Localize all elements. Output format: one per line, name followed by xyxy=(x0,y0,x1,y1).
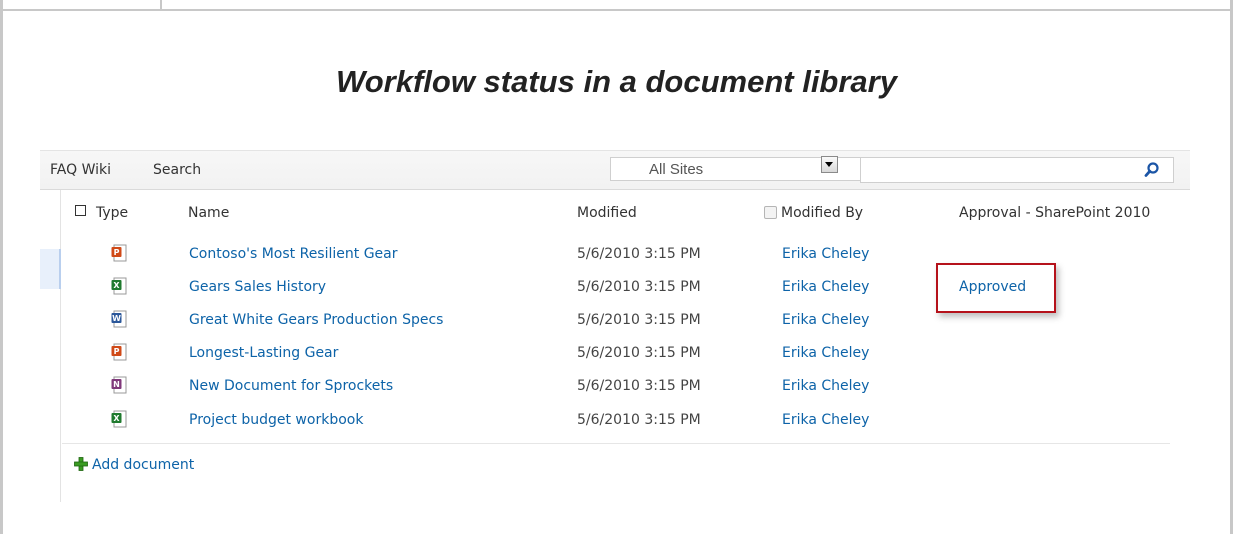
modified-date: 5/6/2010 3:15 PM xyxy=(577,246,701,262)
approved-status-highlight xyxy=(936,263,1056,313)
document-name-link[interactable]: Great White Gears Production Specs xyxy=(189,312,443,328)
modified-date: 5/6/2010 3:15 PM xyxy=(577,312,701,328)
column-header-name[interactable]: Name xyxy=(188,205,229,221)
document-name-link[interactable]: New Document for Sprockets xyxy=(189,378,393,394)
svg-text:W: W xyxy=(112,314,121,323)
document-name-link[interactable]: Contoso's Most Resilient Gear xyxy=(189,246,398,262)
modified-by-link[interactable]: Erika Cheley xyxy=(782,279,869,295)
select-all-checkbox[interactable] xyxy=(75,205,86,216)
page-title: Workflow status in a document library xyxy=(336,64,897,99)
svg-text:P: P xyxy=(114,347,120,356)
search-input[interactable] xyxy=(860,157,1174,183)
row-selection-bar[interactable] xyxy=(40,249,61,289)
svg-text:X: X xyxy=(113,281,120,290)
plus-icon xyxy=(74,457,88,471)
column-header-type[interactable]: Type xyxy=(96,205,128,221)
top-navigation-bar: FAQ Wiki Search All Sites xyxy=(40,150,1190,190)
document-name-link[interactable]: Project budget workbook xyxy=(189,412,363,428)
svg-text:P: P xyxy=(114,248,120,257)
modified-by-link[interactable]: Erika Cheley xyxy=(782,345,869,361)
modified-date: 5/6/2010 3:15 PM xyxy=(577,412,701,428)
table-row[interactable]: P Longest-Lasting Gear 5/6/2010 3:15 PM … xyxy=(60,337,1170,370)
frame-top-border xyxy=(0,9,1233,11)
add-document-label: Add document xyxy=(92,457,195,473)
modified-by-link[interactable]: Erika Cheley xyxy=(782,312,869,328)
modified-by-link[interactable]: Erika Cheley xyxy=(782,246,869,262)
search-icon xyxy=(1144,162,1159,177)
table-row[interactable]: N New Document for Sprockets 5/6/2010 3:… xyxy=(60,370,1170,403)
modified-by-link[interactable]: Erika Cheley xyxy=(782,412,869,428)
modified-date: 5/6/2010 3:15 PM xyxy=(577,345,701,361)
onenote-icon: N xyxy=(111,376,127,394)
list-footer-divider xyxy=(62,443,1170,444)
svg-text:X: X xyxy=(113,414,120,423)
column-header-modified[interactable]: Modified xyxy=(577,205,637,221)
column-header-approval-workflow[interactable]: Approval - SharePoint 2010 xyxy=(959,205,1150,221)
search-button[interactable] xyxy=(1140,159,1164,181)
modified-by-link[interactable]: Erika Cheley xyxy=(782,378,869,394)
nav-search-link[interactable]: Search xyxy=(153,162,201,178)
word-icon: W xyxy=(111,310,127,328)
table-row[interactable]: X Project budget workbook 5/6/2010 3:15 … xyxy=(60,404,1170,437)
excel-icon: X xyxy=(111,277,127,295)
powerpoint-icon: P xyxy=(111,343,127,361)
modified-date: 5/6/2010 3:15 PM xyxy=(577,378,701,394)
document-name-link[interactable]: Longest-Lasting Gear xyxy=(189,345,338,361)
column-header-modified-by[interactable]: Modified By xyxy=(781,205,863,221)
powerpoint-icon: P xyxy=(111,244,127,262)
search-scope-value: All Sites xyxy=(649,161,704,178)
add-document-link[interactable]: Add document xyxy=(74,457,194,473)
excel-icon: X xyxy=(111,410,127,428)
frame-divider xyxy=(160,0,162,10)
nav-faq-wiki-link[interactable]: FAQ Wiki xyxy=(50,162,111,178)
chevron-down-icon[interactable] xyxy=(821,156,838,173)
modified-by-checkbox[interactable] xyxy=(764,206,777,219)
svg-text:N: N xyxy=(113,380,120,389)
modified-date: 5/6/2010 3:15 PM xyxy=(577,279,701,295)
document-name-link[interactable]: Gears Sales History xyxy=(189,279,326,295)
